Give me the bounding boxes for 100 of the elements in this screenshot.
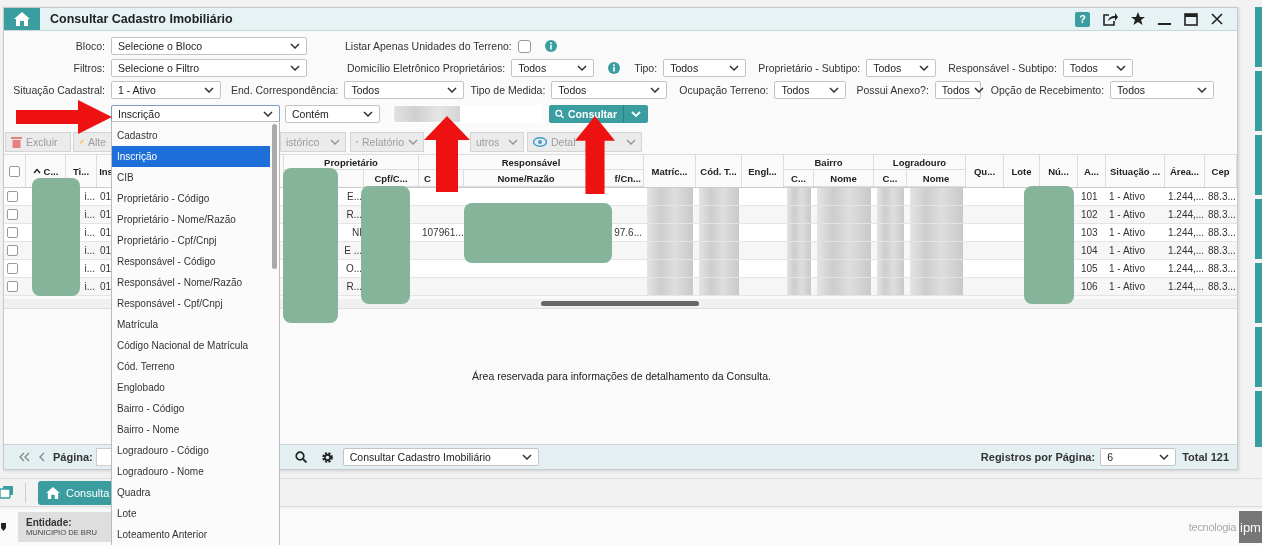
select-field[interactable]: Contém bbox=[285, 105, 380, 123]
checkbox[interactable] bbox=[517, 39, 531, 53]
select-field[interactable]: 6 bbox=[1100, 448, 1177, 467]
home-button[interactable] bbox=[4, 8, 40, 30]
column-group-header: Responsável bbox=[501, 156, 561, 168]
column-header[interactable]: Cód. T... bbox=[700, 165, 737, 177]
checkbox[interactable] bbox=[7, 227, 18, 238]
dropdown-option[interactable]: Bairro - Nome bbox=[112, 419, 270, 440]
blurred-value bbox=[699, 278, 739, 295]
dropdown-option[interactable]: Matrícula bbox=[112, 314, 270, 335]
column-header[interactable]: Lote bbox=[1011, 165, 1032, 177]
dropdown-option[interactable]: Logradouro - Código bbox=[112, 440, 270, 461]
table-cell: E ... bbox=[344, 245, 362, 256]
column-header[interactable]: C... bbox=[882, 172, 898, 184]
column-header[interactable]: f/Cn... bbox=[614, 172, 641, 184]
select-field[interactable]: Todos bbox=[934, 81, 981, 99]
column-header[interactable]: C... bbox=[791, 172, 806, 184]
blurred-value bbox=[699, 260, 739, 277]
dropdown-option[interactable]: Cód. Terreno bbox=[112, 356, 270, 377]
select-field[interactable]: Todos bbox=[663, 59, 747, 77]
select-field[interactable]: Todos bbox=[1062, 59, 1133, 77]
blurred-value bbox=[877, 260, 904, 277]
column-header[interactable]: Matríc... bbox=[651, 165, 688, 177]
select-field[interactable]: Consultar Cadastro Imobiliário bbox=[342, 448, 539, 467]
table-cell: i... bbox=[84, 191, 95, 202]
dropdown-option[interactable]: Englobado bbox=[112, 377, 270, 398]
first-page-icon[interactable] bbox=[18, 452, 30, 463]
select-field[interactable]: Todos bbox=[1110, 81, 1215, 99]
select-field[interactable]: 1 - Ativo bbox=[111, 81, 221, 99]
sort-icon[interactable] bbox=[32, 168, 41, 174]
scrollbar-thumb[interactable] bbox=[272, 124, 277, 269]
checkbox[interactable] bbox=[7, 245, 18, 256]
column-header[interactable]: Área... bbox=[1169, 165, 1199, 177]
checkbox[interactable] bbox=[7, 209, 18, 220]
select-field[interactable]: Todos bbox=[774, 81, 847, 99]
dropdown-option[interactable]: Lote bbox=[112, 503, 270, 524]
select-field[interactable]: Todos bbox=[551, 81, 668, 99]
blurred-value bbox=[910, 260, 963, 277]
dropdown-option[interactable]: CIB bbox=[112, 167, 270, 188]
chevron-icon bbox=[521, 454, 532, 461]
blurred-value bbox=[787, 242, 811, 259]
field-label: Bloco: bbox=[74, 40, 105, 52]
table-cell: i... bbox=[84, 245, 95, 256]
dropdown-option[interactable]: Bairro - Código bbox=[112, 398, 270, 419]
dropdown-option[interactable]: Loteamento Anterior bbox=[112, 524, 270, 545]
close-icon[interactable] bbox=[1211, 13, 1223, 25]
info-icon[interactable] bbox=[544, 40, 557, 52]
table-cell: E... bbox=[347, 191, 362, 202]
column-header[interactable]: Cpf/C... bbox=[374, 172, 408, 184]
blurred-value bbox=[647, 224, 693, 241]
column-header[interactable]: Engl... bbox=[748, 165, 777, 177]
dropdown-option[interactable]: Proprietário - Cpf/Cnpj bbox=[112, 230, 270, 251]
column-header[interactable]: A... bbox=[1084, 165, 1099, 177]
checkbox[interactable] bbox=[9, 165, 20, 177]
home-icon bbox=[14, 12, 30, 26]
column-header[interactable]: Nome bbox=[922, 172, 950, 184]
search-icon[interactable] bbox=[294, 451, 307, 464]
select-field[interactable]: Todos bbox=[866, 59, 937, 77]
search-field[interactable] bbox=[392, 105, 542, 123]
field-label: Proprietário - Subtipo: bbox=[758, 62, 861, 74]
table-cell: R... bbox=[346, 281, 362, 292]
chevron-icon bbox=[631, 111, 641, 117]
column-header[interactable]: Nome bbox=[830, 172, 857, 184]
dropdown-option[interactable]: Cadastro bbox=[112, 125, 270, 146]
select-field[interactable]: Selecione o Bloco bbox=[111, 37, 307, 55]
star-icon[interactable] bbox=[1131, 12, 1145, 26]
select-field[interactable]: Todos bbox=[344, 81, 465, 99]
settings-icon[interactable] bbox=[320, 450, 334, 464]
dropdown-option[interactable]: Logradouro - Nome bbox=[112, 461, 270, 482]
select-field[interactable]: Todos bbox=[511, 59, 595, 77]
checkbox[interactable] bbox=[7, 263, 18, 274]
windows-icon[interactable] bbox=[0, 486, 13, 500]
brand-text: tecnologia bbox=[1188, 521, 1236, 534]
dropdown-button[interactable] bbox=[623, 105, 648, 123]
dropdown-option[interactable]: Responsável - Nome/Razão bbox=[112, 272, 270, 293]
table-cell: 1 - Ativo bbox=[1109, 245, 1146, 256]
blurred-value bbox=[877, 206, 904, 223]
maximize-icon[interactable] bbox=[1184, 12, 1198, 26]
share-icon[interactable] bbox=[1103, 12, 1118, 26]
column-header[interactable]: Cep bbox=[1211, 165, 1230, 177]
info-icon[interactable] bbox=[608, 62, 621, 74]
checkbox[interactable] bbox=[7, 191, 18, 202]
dropdown-option[interactable]: Proprietário - Nome/Razão bbox=[112, 209, 270, 230]
column-header[interactable]: C... bbox=[43, 165, 59, 177]
dropdown-option[interactable]: Responsável - Cpf/Cnpj bbox=[112, 293, 270, 314]
dropdown-option[interactable]: Proprietário - Código bbox=[112, 188, 270, 209]
checkbox[interactable] bbox=[7, 281, 18, 292]
table-cell: NI bbox=[352, 227, 362, 238]
column-header[interactable]: Nome/Razão bbox=[497, 172, 555, 184]
column-header[interactable]: Situação ... bbox=[1109, 165, 1161, 177]
dropdown-option[interactable]: Inscrição bbox=[112, 146, 270, 167]
column-header[interactable]: Qu... bbox=[973, 165, 996, 177]
column-header[interactable]: C bbox=[424, 172, 431, 184]
column-header[interactable]: Ti... bbox=[72, 165, 90, 177]
select-field[interactable]: Selecione o Filtro bbox=[111, 59, 307, 77]
scrollbar-thumb[interactable] bbox=[541, 301, 699, 306]
dropdown-option[interactable]: Código Nacional de Matrícula bbox=[112, 335, 270, 356]
dropdown-option[interactable]: Responsável - Código bbox=[112, 251, 270, 272]
column-header[interactable]: Nú... bbox=[1048, 165, 1069, 177]
previous-page-icon[interactable] bbox=[38, 452, 45, 463]
